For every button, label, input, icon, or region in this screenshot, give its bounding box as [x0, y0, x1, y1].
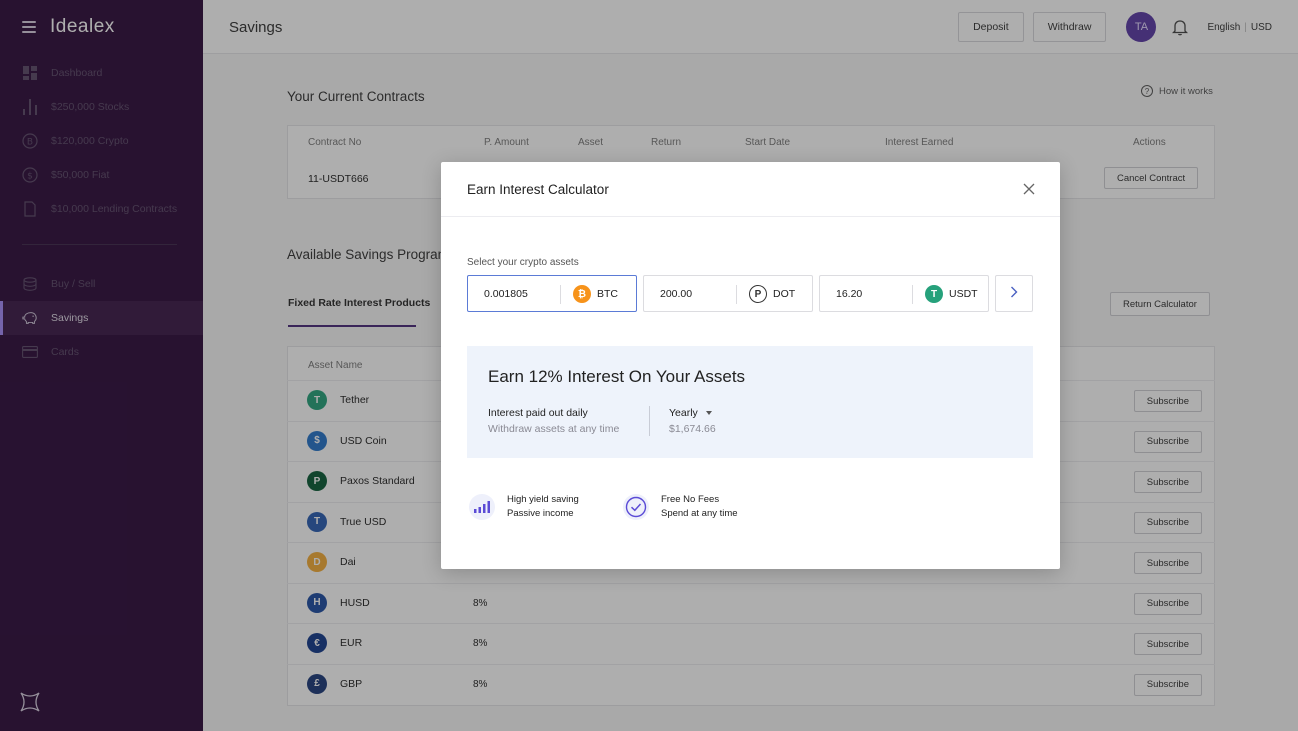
- feature-high-yield: High yield saving Passive income: [469, 493, 579, 521]
- withdraw-info-line: Withdraw assets at any time: [488, 423, 620, 435]
- asset-amount: 0.001805: [484, 288, 528, 300]
- check-circle-icon: [623, 494, 649, 520]
- polkadot-icon: P: [749, 285, 767, 303]
- close-icon[interactable]: [1022, 182, 1036, 196]
- caret-down-icon: [705, 411, 712, 415]
- asset-symbol: USDT: [949, 288, 978, 300]
- feature-free-no-fees: Free No Fees Spend at any time: [623, 493, 738, 521]
- feature-text: High yield saving Passive income: [507, 493, 579, 521]
- modal-header: Earn Interest Calculator: [441, 162, 1060, 217]
- feature-text: Free No Fees Spend at any time: [661, 493, 738, 521]
- feature-title: High yield saving: [507, 494, 579, 505]
- btc-amount-field[interactable]: 0.001805 ₿ BTC: [467, 275, 637, 312]
- earn-summary-box: Earn 12% Interest On Your Assets Interes…: [467, 346, 1033, 458]
- divider: [560, 285, 561, 304]
- bar-chart-icon: [469, 494, 495, 520]
- period-dropdown[interactable]: Yearly: [669, 407, 712, 419]
- asset-amount: 200.00: [660, 288, 693, 300]
- asset-symbol: DOT: [773, 288, 796, 300]
- asset-amount: 16.20: [836, 288, 863, 300]
- bitcoin-icon: ₿: [573, 285, 591, 303]
- usdt-amount-field[interactable]: 16.20 T USDT: [819, 275, 989, 312]
- earned-amount: $1,674.66: [669, 423, 716, 435]
- earn-title: Earn 12% Interest On Your Assets: [488, 367, 746, 386]
- feature-subtitle: Passive income: [507, 508, 574, 519]
- earn-interest-calculator-modal: Earn Interest Calculator Select your cry…: [441, 162, 1060, 569]
- dot-amount-field[interactable]: 200.00 P DOT: [643, 275, 813, 312]
- select-assets-label: Select your crypto assets: [467, 257, 579, 268]
- tether-icon: T: [925, 285, 943, 303]
- modal-title: Earn Interest Calculator: [467, 182, 609, 197]
- next-assets-button[interactable]: [995, 275, 1033, 312]
- asset-symbol: BTC: [597, 288, 618, 300]
- divider: [912, 285, 913, 304]
- divider: [649, 406, 650, 436]
- divider: [736, 285, 737, 304]
- feature-subtitle: Spend at any time: [661, 508, 738, 519]
- period-label: Yearly: [669, 407, 698, 419]
- feature-title: Free No Fees: [661, 494, 720, 505]
- interest-info-line: Interest paid out daily: [488, 407, 588, 419]
- chevron-right-icon: [1010, 286, 1018, 301]
